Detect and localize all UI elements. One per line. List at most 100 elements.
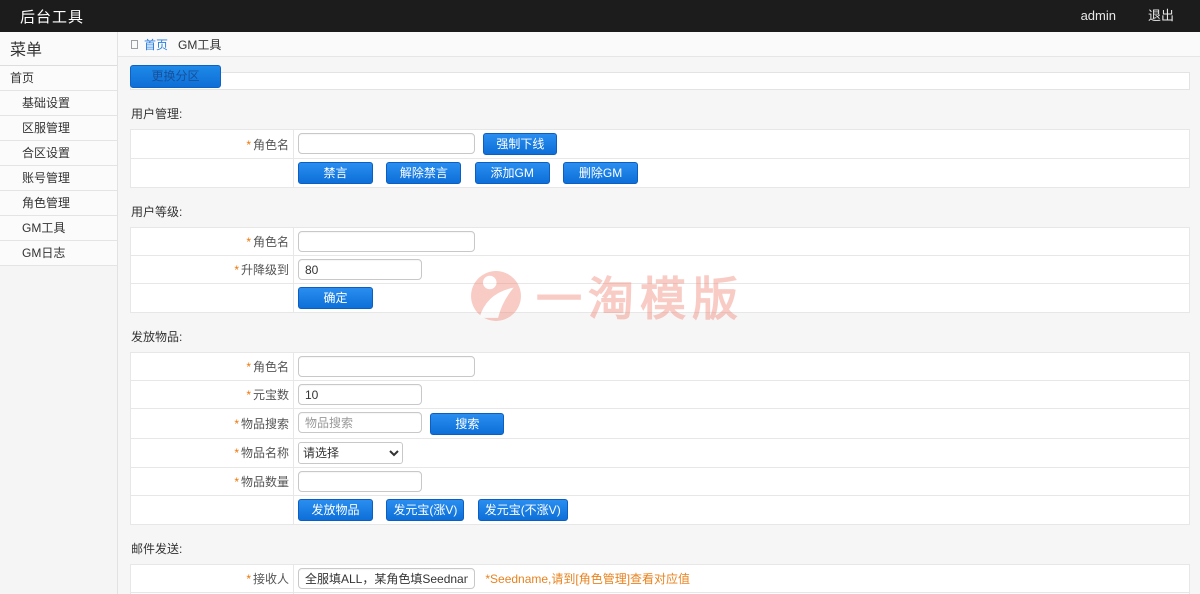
sidebar-item-account-management[interactable]: 账号管理 <box>0 166 117 191</box>
table-row: *物品搜索 搜索 <box>130 408 1190 439</box>
force-offline-button[interactable]: 强制下线 <box>483 133 558 156</box>
mail-send-form: *接收人 *Seedname,请到[角色管理]查看对应值 *标题 <box>130 563 1190 594</box>
item-name-label-cell: * 物品名称 <box>130 437 294 468</box>
item-qty-label: 物品数量 <box>240 474 289 489</box>
user-actions-cell: 禁言 解除禁言 添加GM 删除GM <box>293 158 1190 189</box>
confirm-cell: 确定 <box>293 283 1190 314</box>
item-qty-label-cell: * 物品数量 <box>130 466 294 496</box>
role-name-label: 角色名 <box>252 360 289 375</box>
user-management-form: * 角色名 强制下线 禁言 解除禁言 添加GM 删除GM <box>130 128 1190 189</box>
table-row: * 角色名 <box>130 352 1190 382</box>
switch-zone-button[interactable]: 更换分区 <box>130 65 221 88</box>
sidebar-title: 菜单 <box>0 32 117 66</box>
role-name-label: 角色名 <box>252 137 289 152</box>
required-mark: * <box>246 571 251 586</box>
add-gm-button[interactable]: 添加GM <box>474 162 550 185</box>
level-input[interactable] <box>298 259 422 281</box>
sidebar-item-merge-settings[interactable]: 合区设置 <box>0 141 117 166</box>
required-mark: * <box>234 416 239 431</box>
level-field-cell <box>293 255 1190 285</box>
required-mark: * <box>234 474 239 489</box>
receiver-note: *Seedname,请到[角色管理]查看对应值 <box>485 571 691 586</box>
required-mark: * <box>246 137 251 152</box>
role-name-field-cell <box>293 227 1190 257</box>
item-search-field-cell: 搜索 <box>293 408 1190 439</box>
level-role-name-input[interactable] <box>298 231 475 253</box>
logout-link[interactable]: 退出 <box>1132 0 1200 32</box>
role-name-field-cell: 强制下线 <box>293 128 1190 160</box>
sidebar: 菜单 首页 基础设置 区服管理 合区设置 账号管理 角色管理 GM工具 GM日志 <box>0 32 118 594</box>
yuanbao-label: 元宝数 <box>252 388 289 403</box>
table-row: * 物品数量 <box>130 466 1190 496</box>
table-row: 发放物品 发元宝(涨V) 发元宝(不涨V) <box>130 494 1190 525</box>
sidebar-item-basic-settings[interactable]: 基础设置 <box>0 91 117 116</box>
item-search-label: 物品搜索 <box>240 416 289 431</box>
unmute-button[interactable]: 解除禁言 <box>386 162 462 185</box>
page-body: 更换分区 用户管理: * 角色名 强制下线 禁言 解除禁言 添加GM 删除GM … <box>118 57 1200 594</box>
yuanbao-field-cell <box>293 380 1190 410</box>
role-name-label-cell: * 角色名 <box>130 128 294 160</box>
role-name-label: 角色名 <box>252 235 289 250</box>
receiver-input[interactable] <box>298 567 475 589</box>
empty-label-cell <box>130 283 294 314</box>
role-name-label-cell: * 角色名 <box>130 227 294 257</box>
search-button[interactable]: 搜索 <box>430 412 505 435</box>
user-level-form: *角色名 *升降级到 确定 <box>130 227 1190 314</box>
table-row: * 角色名 强制下线 <box>130 128 1190 160</box>
level-label-cell: * 升降级到 <box>130 255 294 285</box>
main-layout: 菜单 首页 基础设置 区服管理 合区设置 账号管理 角色管理 GM工具 GM日志… <box>0 32 1200 594</box>
sidebar-item-gm-logs[interactable]: GM日志 <box>0 241 117 266</box>
current-user-link[interactable]: admin <box>1065 0 1132 32</box>
item-qty-input[interactable] <box>298 470 422 492</box>
section-title-grant-items: 发放物品: <box>131 330 183 345</box>
item-qty-field-cell <box>293 466 1190 496</box>
role-name-input[interactable] <box>298 133 475 154</box>
delete-gm-button[interactable]: 删除GM <box>563 162 639 185</box>
home-icon <box>131 39 138 49</box>
table-row: *接收人 *Seedname,请到[角色管理]查看对应值 <box>130 563 1190 593</box>
table-row: * 物品名称 请选择 <box>130 437 1190 468</box>
top-bar: 后台工具 admin 退出 <box>0 0 1200 32</box>
zone-tab-panel <box>130 72 1190 90</box>
required-mark: * <box>246 360 251 375</box>
topbar-right: admin 退出 <box>1065 0 1200 32</box>
table-row: * 元宝数 <box>130 380 1190 410</box>
breadcrumb-home-link[interactable]: 首页 <box>144 36 168 53</box>
empty-label-cell <box>130 494 294 525</box>
grant-items-form: *角色名 *元宝数 *物品搜索 <box>130 352 1190 525</box>
item-search-input[interactable] <box>298 412 422 434</box>
breadcrumb-current: GM工具 <box>178 37 222 52</box>
item-name-select[interactable]: 请选择 <box>298 441 403 464</box>
grant-actions-cell: 发放物品 发元宝(涨V) 发元宝(不涨V) <box>293 494 1190 525</box>
empty-label-cell <box>130 158 294 189</box>
sidebar-item-gm-tools[interactable]: GM工具 <box>0 216 117 241</box>
yuanbao-amount-input[interactable] <box>298 384 422 406</box>
role-name-field-cell <box>293 352 1190 382</box>
item-name-field-cell: 请选择 <box>293 437 1190 468</box>
item-name-label: 物品名称 <box>240 446 289 461</box>
send-item-button[interactable]: 发放物品 <box>298 498 373 521</box>
role-name-label-cell: * 角色名 <box>130 352 294 382</box>
section-title-user-level: 用户等级: <box>131 205 183 220</box>
app-title: 后台工具 <box>20 8 85 26</box>
sidebar-item-role-management[interactable]: 角色管理 <box>0 191 117 216</box>
item-search-label-cell: * 物品搜索 <box>130 408 294 439</box>
table-row: * 角色名 <box>130 227 1190 257</box>
send-yuanbao-nv-button[interactable]: 发元宝(不涨V) <box>477 498 568 521</box>
level-label: 升降级到 <box>240 263 289 278</box>
mute-button[interactable]: 禁言 <box>298 162 373 185</box>
send-yuanbao-v-button[interactable]: 发元宝(涨V) <box>386 498 465 521</box>
sidebar-item-home[interactable]: 首页 <box>0 66 117 91</box>
table-row: * 升降级到 <box>130 255 1190 285</box>
confirm-button[interactable]: 确定 <box>298 287 373 310</box>
required-mark: * <box>234 446 239 461</box>
table-row: 禁言 解除禁言 添加GM 删除GM <box>130 158 1190 189</box>
section-title-user-management: 用户管理: <box>131 107 183 121</box>
sidebar-item-zone-management[interactable]: 区服管理 <box>0 116 117 141</box>
section-title-mail-send: 邮件发送: <box>131 541 183 556</box>
required-mark: * <box>234 263 239 278</box>
content-area: 首页 GM工具 更换分区 用户管理: * 角色名 强制下线 禁言 解除禁言 添加… <box>118 32 1200 594</box>
grant-role-name-input[interactable] <box>298 356 475 378</box>
zone-tab-bar: 更换分区 <box>130 65 1190 90</box>
breadcrumb: 首页 GM工具 <box>118 32 1200 57</box>
